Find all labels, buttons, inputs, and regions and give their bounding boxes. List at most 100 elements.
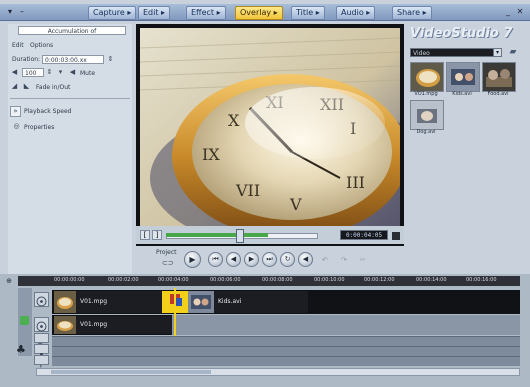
scrollbar-thumb[interactable] [51,370,211,374]
volume-spinner-icon[interactable]: ⇕ [45,68,54,77]
thumb-image [483,63,515,91]
clip-name-field[interactable]: Accumulation of [18,26,126,35]
play-icon[interactable]: ▶ [184,251,201,268]
timeline-scrollbar[interactable] [36,368,520,376]
overlay-clip[interactable]: V01.mpg [54,316,172,334]
overlay-track-icon[interactable] [34,317,49,332]
video-track[interactable]: V01.mpg Kids.avi [52,290,520,314]
video-clip[interactable]: Kids.avi [188,291,308,313]
ruler-tick: 00:00:04:00 [158,277,189,283]
options-label[interactable]: Options [30,42,53,49]
library-thumb[interactable] [446,62,480,92]
step-effect[interactable]: Effect ▸ [186,6,226,20]
playback-speed-button[interactable]: Playback Speed [24,108,72,115]
timecode-display[interactable]: 0:00:04:05 [340,230,388,240]
app-window: ▾ – Capture ▸ Edit ▸ Effect ▸ Overlay ▸ … [0,0,530,387]
library-thumb-label: Dog.avi [416,129,436,135]
overlay-enabled-icon[interactable] [20,316,29,325]
voice-track[interactable] [52,346,520,356]
repeat-icon[interactable]: ↻ [280,252,295,267]
step-audio[interactable]: Audio ▸ [336,6,376,20]
library-thumb-label: VO1.mpg [414,91,438,97]
title-track[interactable] [52,336,520,346]
ruler-tick: 00:00:10:00 [314,277,345,283]
library-grid: VO1.mpg Kids.avi Food.avi Dog.avi [409,60,523,140]
minimize-window-icon[interactable]: _ [502,6,514,17]
clip-thumbnail [54,291,76,313]
project-mode-label[interactable]: Project [156,249,177,256]
library-thumb-label: Food.avi [487,91,509,97]
library-thumb[interactable] [482,62,516,92]
library-thumb[interactable] [410,100,444,130]
library-category-select[interactable]: Video [410,48,502,57]
music-track[interactable] [52,356,520,366]
folder-icon[interactable]: ▰ [506,47,520,58]
step-share[interactable]: Share ▸ [392,6,432,20]
properties-label[interactable]: Properties [24,124,54,131]
next-frame-icon[interactable]: ▶ [244,252,259,267]
library-thumb[interactable] [410,62,444,92]
ruler-tick: 00:00:00:00 [54,277,85,283]
step-capture[interactable]: Capture ▸ [88,6,137,20]
trim-end-icon[interactable]: ] [152,230,162,240]
scrub-handle[interactable] [236,229,244,243]
svg-text:VII: VII [235,181,260,200]
step-title[interactable]: Title ▸ [291,6,325,20]
clip-mode-icon[interactable]: ⊂⊃ [162,259,176,267]
svg-text:X: X [228,111,240,130]
volume-icon[interactable]: ◀ [298,252,313,267]
properties-icon[interactable]: ◎ [12,122,21,131]
ruler-tick: 00:00:08:00 [262,277,293,283]
playback-speed-icon[interactable]: » [10,106,21,117]
undo-icon[interactable]: ↶ [322,256,330,264]
fade-in-icon[interactable]: ◢ [10,82,19,91]
volume-dropdown-icon[interactable]: ▾ [56,68,65,77]
ruler-tick: 00:00:02:00 [108,277,139,283]
volume-field[interactable]: 100 [22,68,44,77]
previous-frame-icon[interactable]: ◀ [226,252,241,267]
timeline-zoom-icon[interactable]: ⊕ [2,276,16,286]
video-track-icon[interactable] [34,292,49,307]
step-label: Title [296,8,314,17]
svg-text:IX: IX [202,145,220,164]
step-label: Edit [143,8,159,17]
fade-out-icon[interactable]: ◣ [22,82,31,91]
end-icon[interactable]: ⏭ [262,252,277,267]
thumb-image [411,101,443,129]
step-label: Share [397,8,421,17]
split-icon[interactable]: ✂ [360,256,368,264]
home-icon[interactable]: ⏮ [208,252,223,267]
step-overlay[interactable]: Overlay ▸ [235,6,283,20]
clip-label: V01.mpg [80,321,108,328]
duration-label: Duration: [12,56,41,63]
timeline-ruler[interactable]: 00:00:00:00 00:00:02:00 00:00:04:00 00:0… [18,276,520,286]
duration-field[interactable]: 0:00:03:00.xx [42,55,104,64]
close-icon[interactable]: ✕ [514,6,526,17]
fade-label: Fade in/Out [36,84,71,91]
video-clip[interactable]: V01.mpg [54,291,162,313]
library-thumb-label: Kids.avi [452,91,472,97]
music-track-icon[interactable]: ♪ [34,355,49,372]
svg-text:III: III [346,173,365,192]
step-edit[interactable]: Edit ▸ [138,6,171,20]
mute-icon[interactable]: ◀ [68,68,77,77]
app-menu-icon[interactable]: ▾ [4,6,16,17]
speaker-icon: ◀ [11,68,18,76]
playhead[interactable] [174,288,176,336]
timeline: ⊕ 00:00:00:00 00:00:02:00 00:00:04:00 00… [0,274,530,387]
app-brand: VideoStudio 7 [410,26,513,41]
overlay-track[interactable]: V01.mpg [52,315,520,335]
duration-spinner-icon[interactable]: ⇕ [106,55,115,64]
voice-track-icon[interactable] [34,344,49,358]
minimize-icon[interactable]: – [16,6,28,17]
title-track-icon[interactable]: T [34,333,49,350]
chevron-down-icon[interactable]: ▾ [493,48,502,57]
navigation-panel: Project ⊂⊃ ▶ ⏮ ◀ ▶ ⏭ ↻ ◀ ↶ ↷ ✂ [136,248,426,272]
fullscreen-icon[interactable] [392,232,400,240]
redo-icon[interactable]: ↷ [341,256,349,264]
edit-label[interactable]: Edit [12,42,24,49]
trim-start-icon[interactable]: [ [140,230,150,240]
record-voice-icon[interactable]: ♣ [16,344,28,356]
thumb-image [447,63,479,91]
pocket-watch-image: IX X XI XII I III V VII [140,28,400,242]
